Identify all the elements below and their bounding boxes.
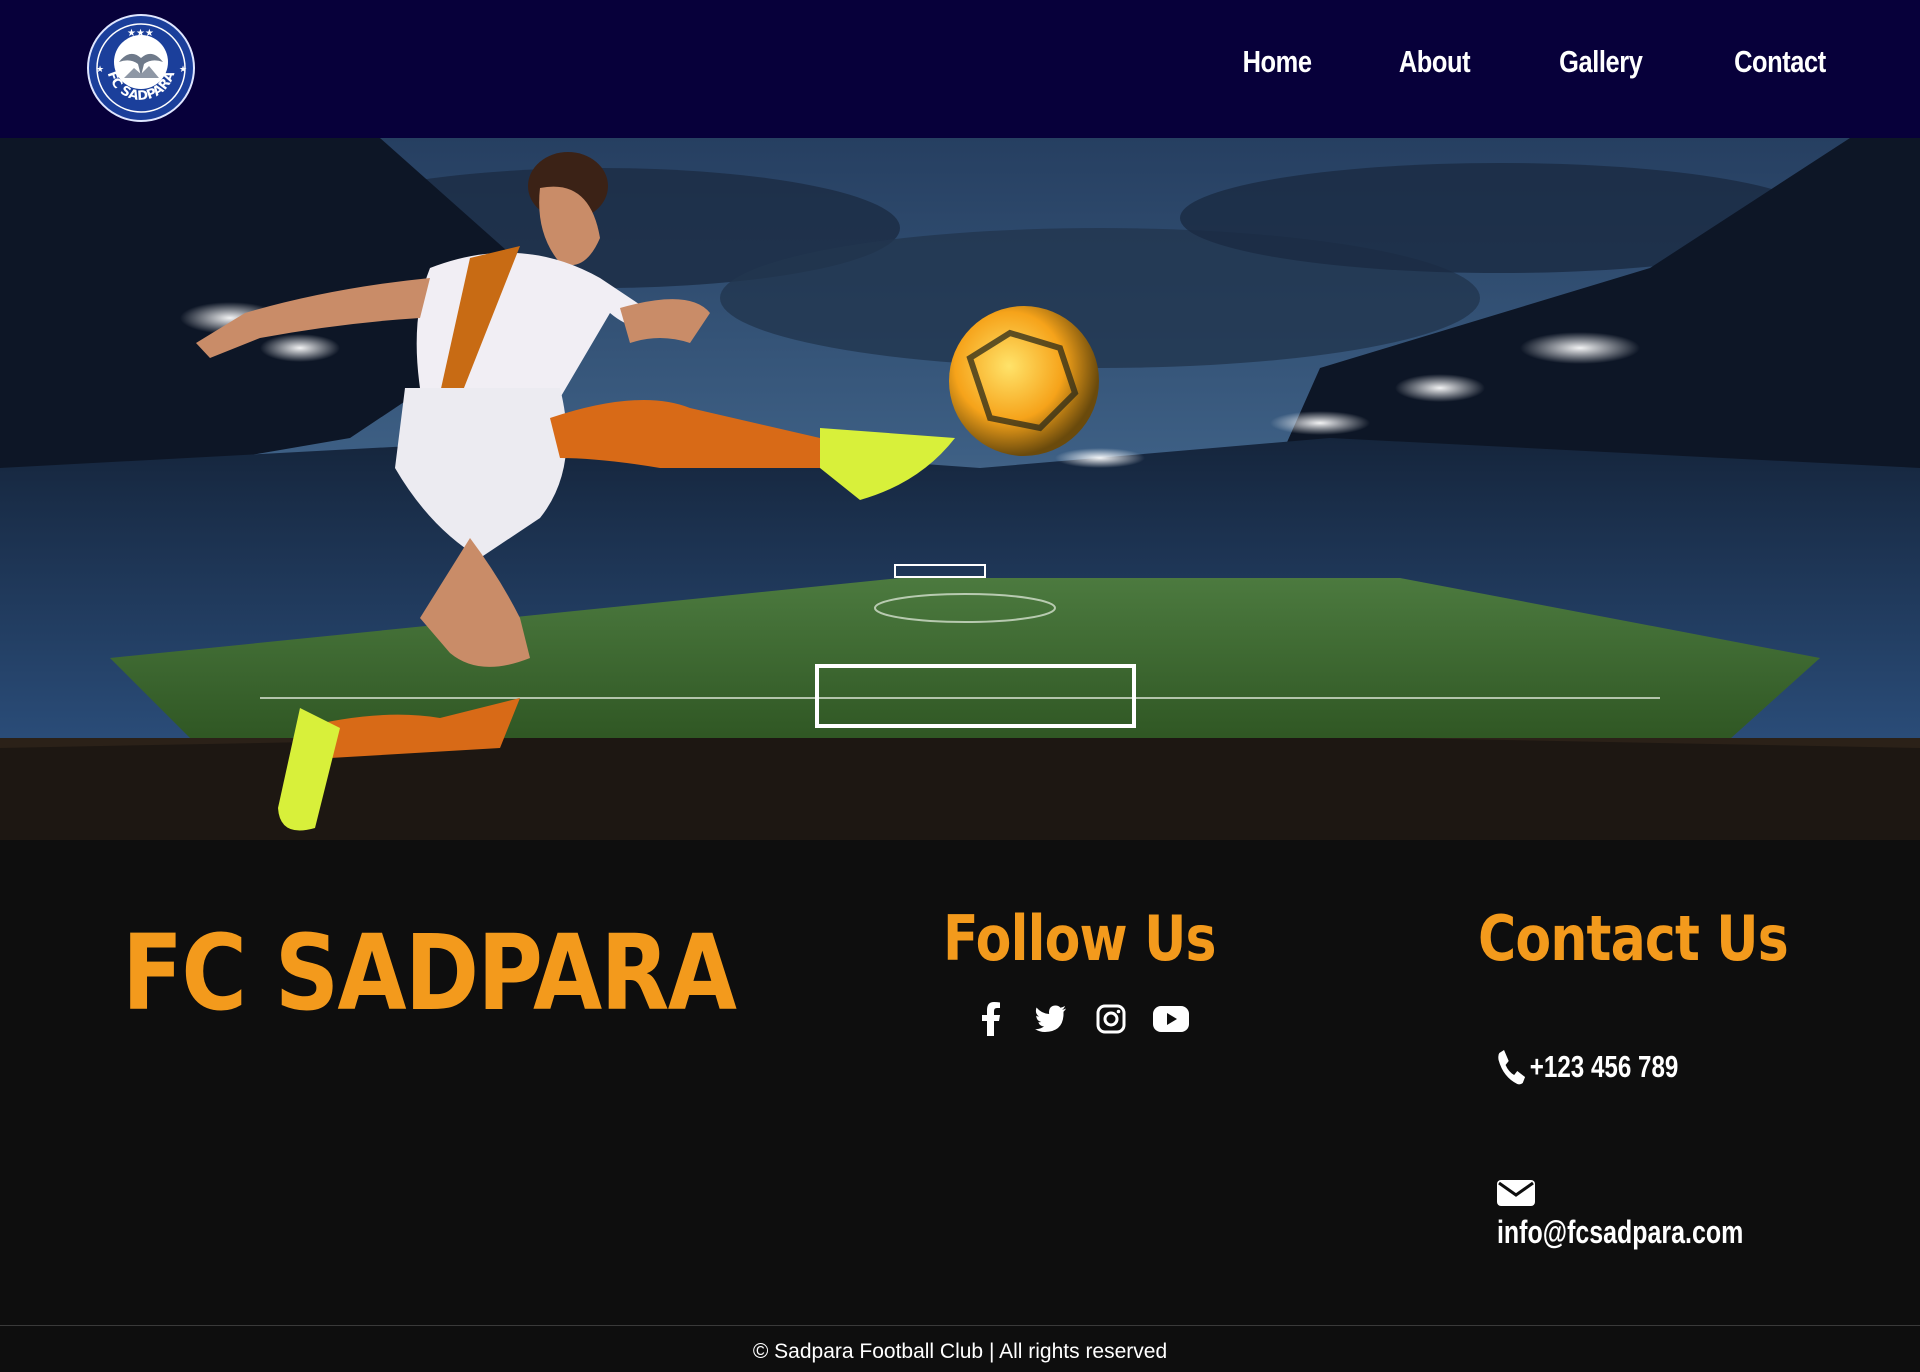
- facebook-icon[interactable]: [972, 1000, 1010, 1038]
- footer-brand: FC SADPARA: [122, 912, 737, 1034]
- email-link[interactable]: info@fcsadpara.com: [1497, 1214, 1743, 1251]
- social-links: [972, 1000, 1190, 1038]
- phone-icon: [1498, 1050, 1526, 1085]
- svg-text:★: ★: [179, 65, 187, 75]
- svg-text:★★★: ★★★: [127, 28, 154, 39]
- site-footer: FC SADPARA Follow Us Contact Us +123 456…: [0, 840, 1920, 1372]
- contact-us-title: Contact Us: [1478, 902, 1789, 975]
- instagram-icon[interactable]: [1092, 1000, 1130, 1038]
- hero-image: [0, 138, 1920, 840]
- svg-text:★: ★: [96, 65, 104, 75]
- nav-contact[interactable]: Contact: [1734, 44, 1826, 80]
- footer-divider: [0, 1325, 1920, 1326]
- site-header: ★★★ ★ ★ FC SADPARA Home About Gallery Co…: [0, 0, 1920, 138]
- nav-home[interactable]: Home: [1243, 44, 1312, 80]
- club-logo[interactable]: ★★★ ★ ★ FC SADPARA: [86, 14, 196, 122]
- youtube-icon[interactable]: [1152, 1000, 1190, 1038]
- nav-gallery[interactable]: Gallery: [1560, 44, 1644, 80]
- copyright-text: © Sadpara Football Club | All rights res…: [752, 1340, 1168, 1363]
- envelope-icon: [1497, 1178, 1535, 1208]
- main-nav: Home About Gallery Contact: [1235, 44, 1836, 80]
- follow-us-title: Follow Us: [943, 902, 1217, 975]
- phone-number: +123 456 789: [1529, 1049, 1679, 1084]
- twitter-icon[interactable]: [1032, 1000, 1070, 1038]
- nav-about[interactable]: About: [1399, 44, 1471, 80]
- phone-contact[interactable]: +123 456 789: [1497, 1048, 1678, 1086]
